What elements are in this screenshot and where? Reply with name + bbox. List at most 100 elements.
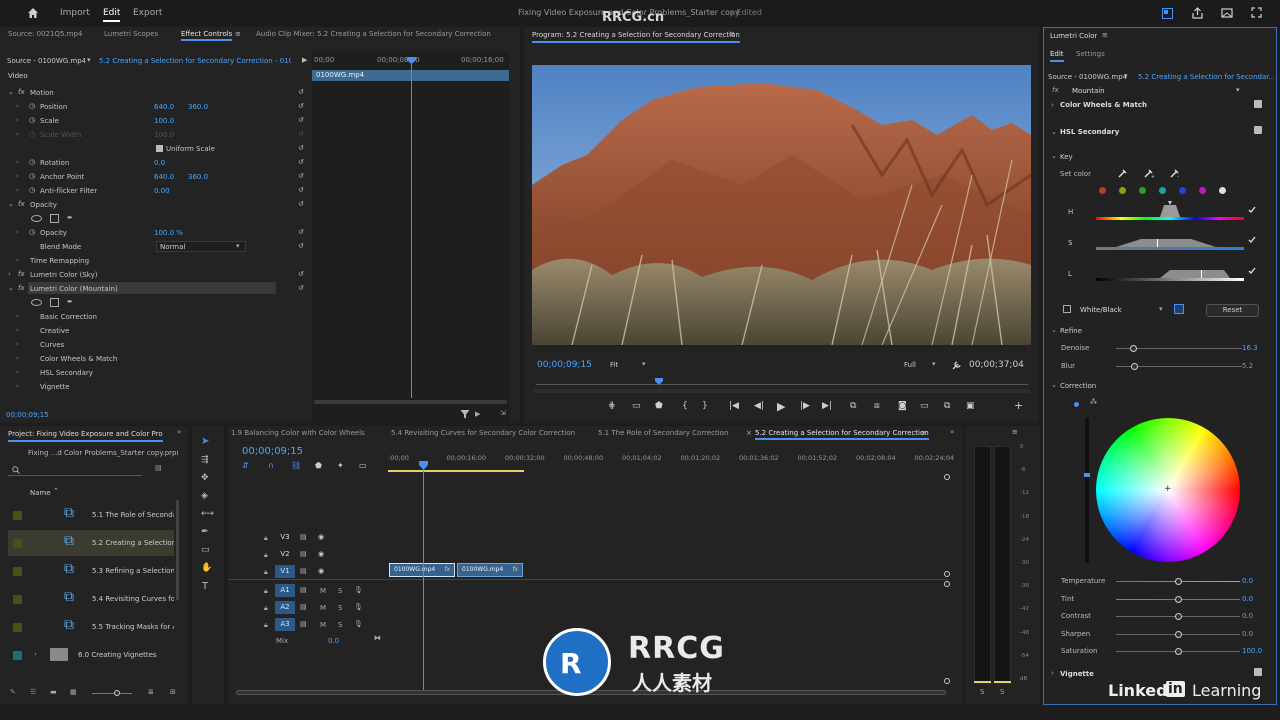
s-check-icon[interactable] <box>1248 236 1256 244</box>
add-marker-icon[interactable]: ⬟ <box>655 401 663 411</box>
eyedropper-add-icon[interactable]: + <box>1144 168 1154 178</box>
track-target-toggle[interactable]: A2 <box>275 601 295 614</box>
proxy-toggle-icon[interactable]: ▣ <box>966 401 975 411</box>
stopwatch-icon[interactable]: ◷ <box>29 186 35 194</box>
toggle-output-eye-icon[interactable]: ◉ <box>318 533 324 541</box>
color-wheel-crosshair-icon[interactable]: + <box>1164 484 1172 494</box>
label-color-chip[interactable] <box>13 539 22 548</box>
section-vignette[interactable]: Vignette <box>1060 670 1094 678</box>
project-expand-icon[interactable]: » <box>177 428 181 436</box>
stopwatch-icon[interactable]: ◷ <box>29 102 35 110</box>
quick-export-icon[interactable] <box>1221 7 1233 19</box>
l-check-icon[interactable] <box>1248 267 1256 275</box>
audio-meters-menu-icon[interactable]: ≡ <box>1012 428 1018 436</box>
property-value[interactable]: 100.0 <box>154 131 174 139</box>
effect-expand-chevron-icon[interactable]: › <box>8 270 11 278</box>
correction-slider-handle[interactable] <box>1175 578 1182 585</box>
effect-expand-chevron-icon[interactable]: ⌄ <box>8 284 14 292</box>
vignette-chevron-icon[interactable]: › <box>1051 669 1054 677</box>
property-value[interactable]: 100.0 <box>154 117 174 125</box>
program-zoom-bar[interactable] <box>534 389 1030 393</box>
workspaces-icon[interactable] <box>1162 8 1173 19</box>
property-expand-chevron-icon[interactable]: › <box>16 354 19 362</box>
correction-chevron-icon[interactable]: ⌄ <box>1051 381 1057 389</box>
timeline-menu-icon[interactable]: ≡ <box>921 429 927 437</box>
timeline-expand-icon[interactable]: » <box>950 428 954 436</box>
correction-slider-handle[interactable] <box>1175 630 1182 638</box>
property-value-2[interactable]: 360.0 <box>188 103 208 111</box>
fx-toggle-icon[interactable]: fx <box>18 284 25 292</box>
effect-expand-chevron-icon[interactable]: ⌄ <box>8 88 14 96</box>
effect-expand-chevron-icon[interactable]: ⌄ <box>8 200 14 208</box>
sequence-clip-label[interactable]: 5.2 Creating a Selection for Secondary C… <box>99 57 291 65</box>
settings-wrench-icon[interactable] <box>952 360 962 370</box>
h-range-slider[interactable] <box>1096 201 1244 223</box>
comparison-view-icon[interactable]: ▭ <box>920 401 929 411</box>
property-value[interactable]: 100.0 % <box>154 229 183 237</box>
new-bin-icon[interactable]: ▤ <box>155 464 162 472</box>
insert-icon[interactable]: ⧉ <box>850 401 856 411</box>
property-expand-chevron-icon[interactable]: › <box>16 256 19 264</box>
correction-slider-handle[interactable] <box>1175 613 1182 620</box>
project-list-item[interactable]: ⧉ 5.1 The Role of Seconda <box>8 502 174 528</box>
color-swatch[interactable] <box>1159 187 1166 194</box>
pen-tool-icon[interactable]: ✒ <box>201 527 209 537</box>
track-select-tool-icon[interactable]: ⇶ <box>201 455 209 465</box>
color-swatch[interactable] <box>1119 187 1126 194</box>
mark-out-bracket-icon[interactable]: } <box>702 401 708 411</box>
home-icon[interactable] <box>27 7 39 19</box>
tab-export[interactable]: Export <box>133 8 162 18</box>
reset-parameter-icon[interactable]: ↺ <box>298 144 304 152</box>
zoom-slider-handle[interactable] <box>114 690 120 696</box>
section-color-wheels[interactable]: Color Wheels & Match <box>1060 101 1147 109</box>
mute-track-icon[interactable]: M <box>320 604 326 612</box>
freeform-view-icon[interactable]: ▦ <box>70 688 77 696</box>
sync-lock-icon[interactable]: ▤ <box>300 533 307 541</box>
timeline-tab-3[interactable]: 5.1 The Role of Secondary Correction <box>598 426 728 440</box>
captions-icon[interactable]: ▭ <box>359 461 367 470</box>
project-list-item[interactable]: ⧉ 5.3 Refining a Selection <box>8 558 174 584</box>
voiceover-mic-icon[interactable]: 🎙︎ <box>354 603 363 611</box>
track-lock-icon[interactable]: 🔒︎ <box>264 551 268 560</box>
property-expand-chevron-icon[interactable]: › <box>16 158 19 166</box>
solo-track-icon[interactable]: S <box>338 604 342 612</box>
program-video-frame[interactable] <box>532 65 1031 345</box>
lumetri-fx-name[interactable]: Mountain <box>1072 87 1105 95</box>
color-swatch[interactable] <box>1099 187 1106 194</box>
go-to-in-icon[interactable]: |◀ <box>729 401 739 411</box>
mini-playhead[interactable] <box>411 58 412 398</box>
fx-toggle-icon[interactable]: fx <box>18 200 25 208</box>
reset-button[interactable]: Reset <box>1206 304 1259 317</box>
timeline-playhead-handle[interactable] <box>419 461 428 470</box>
invert-mask-toggle[interactable] <box>1174 304 1184 314</box>
mini-playhead-handle[interactable] <box>407 57 416 64</box>
column-name-header[interactable]: Name <box>30 489 51 497</box>
toggle-output-eye-icon[interactable]: ◉ <box>318 550 324 558</box>
icon-view-icon[interactable]: ▬ <box>50 688 57 696</box>
lumetri-sequence-label[interactable]: 5.2 Creating a Selection for Secondar... <box>1138 73 1274 81</box>
sync-lock-icon[interactable]: ▤ <box>300 603 307 611</box>
pencil-icon[interactable]: ✎ <box>10 688 16 696</box>
play-icon[interactable]: ▶ <box>777 400 785 413</box>
stopwatch-icon[interactable]: ◷ <box>29 116 35 124</box>
nest-icon[interactable]: ⇵ <box>242 461 249 470</box>
toggle-output-eye-icon[interactable]: ◉ <box>318 567 324 575</box>
section-correction[interactable]: Correction <box>1060 382 1096 390</box>
rectangle-mask-icon[interactable] <box>50 298 59 307</box>
program-menu-icon[interactable]: ≡ <box>729 30 735 38</box>
color-swatch[interactable] <box>1139 187 1146 194</box>
quality-chevron-icon[interactable]: ▾ <box>932 360 936 368</box>
hsl-enable-checkbox[interactable] <box>1254 126 1262 134</box>
filter-icon[interactable] <box>460 409 470 419</box>
rectangle-tool-icon[interactable]: ▭ <box>201 545 210 555</box>
property-value[interactable]: 640.0 <box>154 103 174 111</box>
blend-mode-chevron-icon[interactable]: ▾ <box>236 242 240 250</box>
timeline-tab-2[interactable]: 5.4 Revisiting Curves for Secondary Colo… <box>391 426 575 440</box>
property-expand-chevron-icon[interactable]: › <box>16 368 19 376</box>
meter-solo-left[interactable]: S <box>980 688 984 696</box>
fx-name-chevron-icon[interactable]: ▾ <box>1236 86 1240 94</box>
label-color-chip[interactable] <box>13 623 22 632</box>
project-search-input[interactable] <box>8 464 142 476</box>
color-swatch[interactable] <box>1179 187 1186 194</box>
tab-effect-controls[interactable]: Effect Controls <box>181 27 233 41</box>
